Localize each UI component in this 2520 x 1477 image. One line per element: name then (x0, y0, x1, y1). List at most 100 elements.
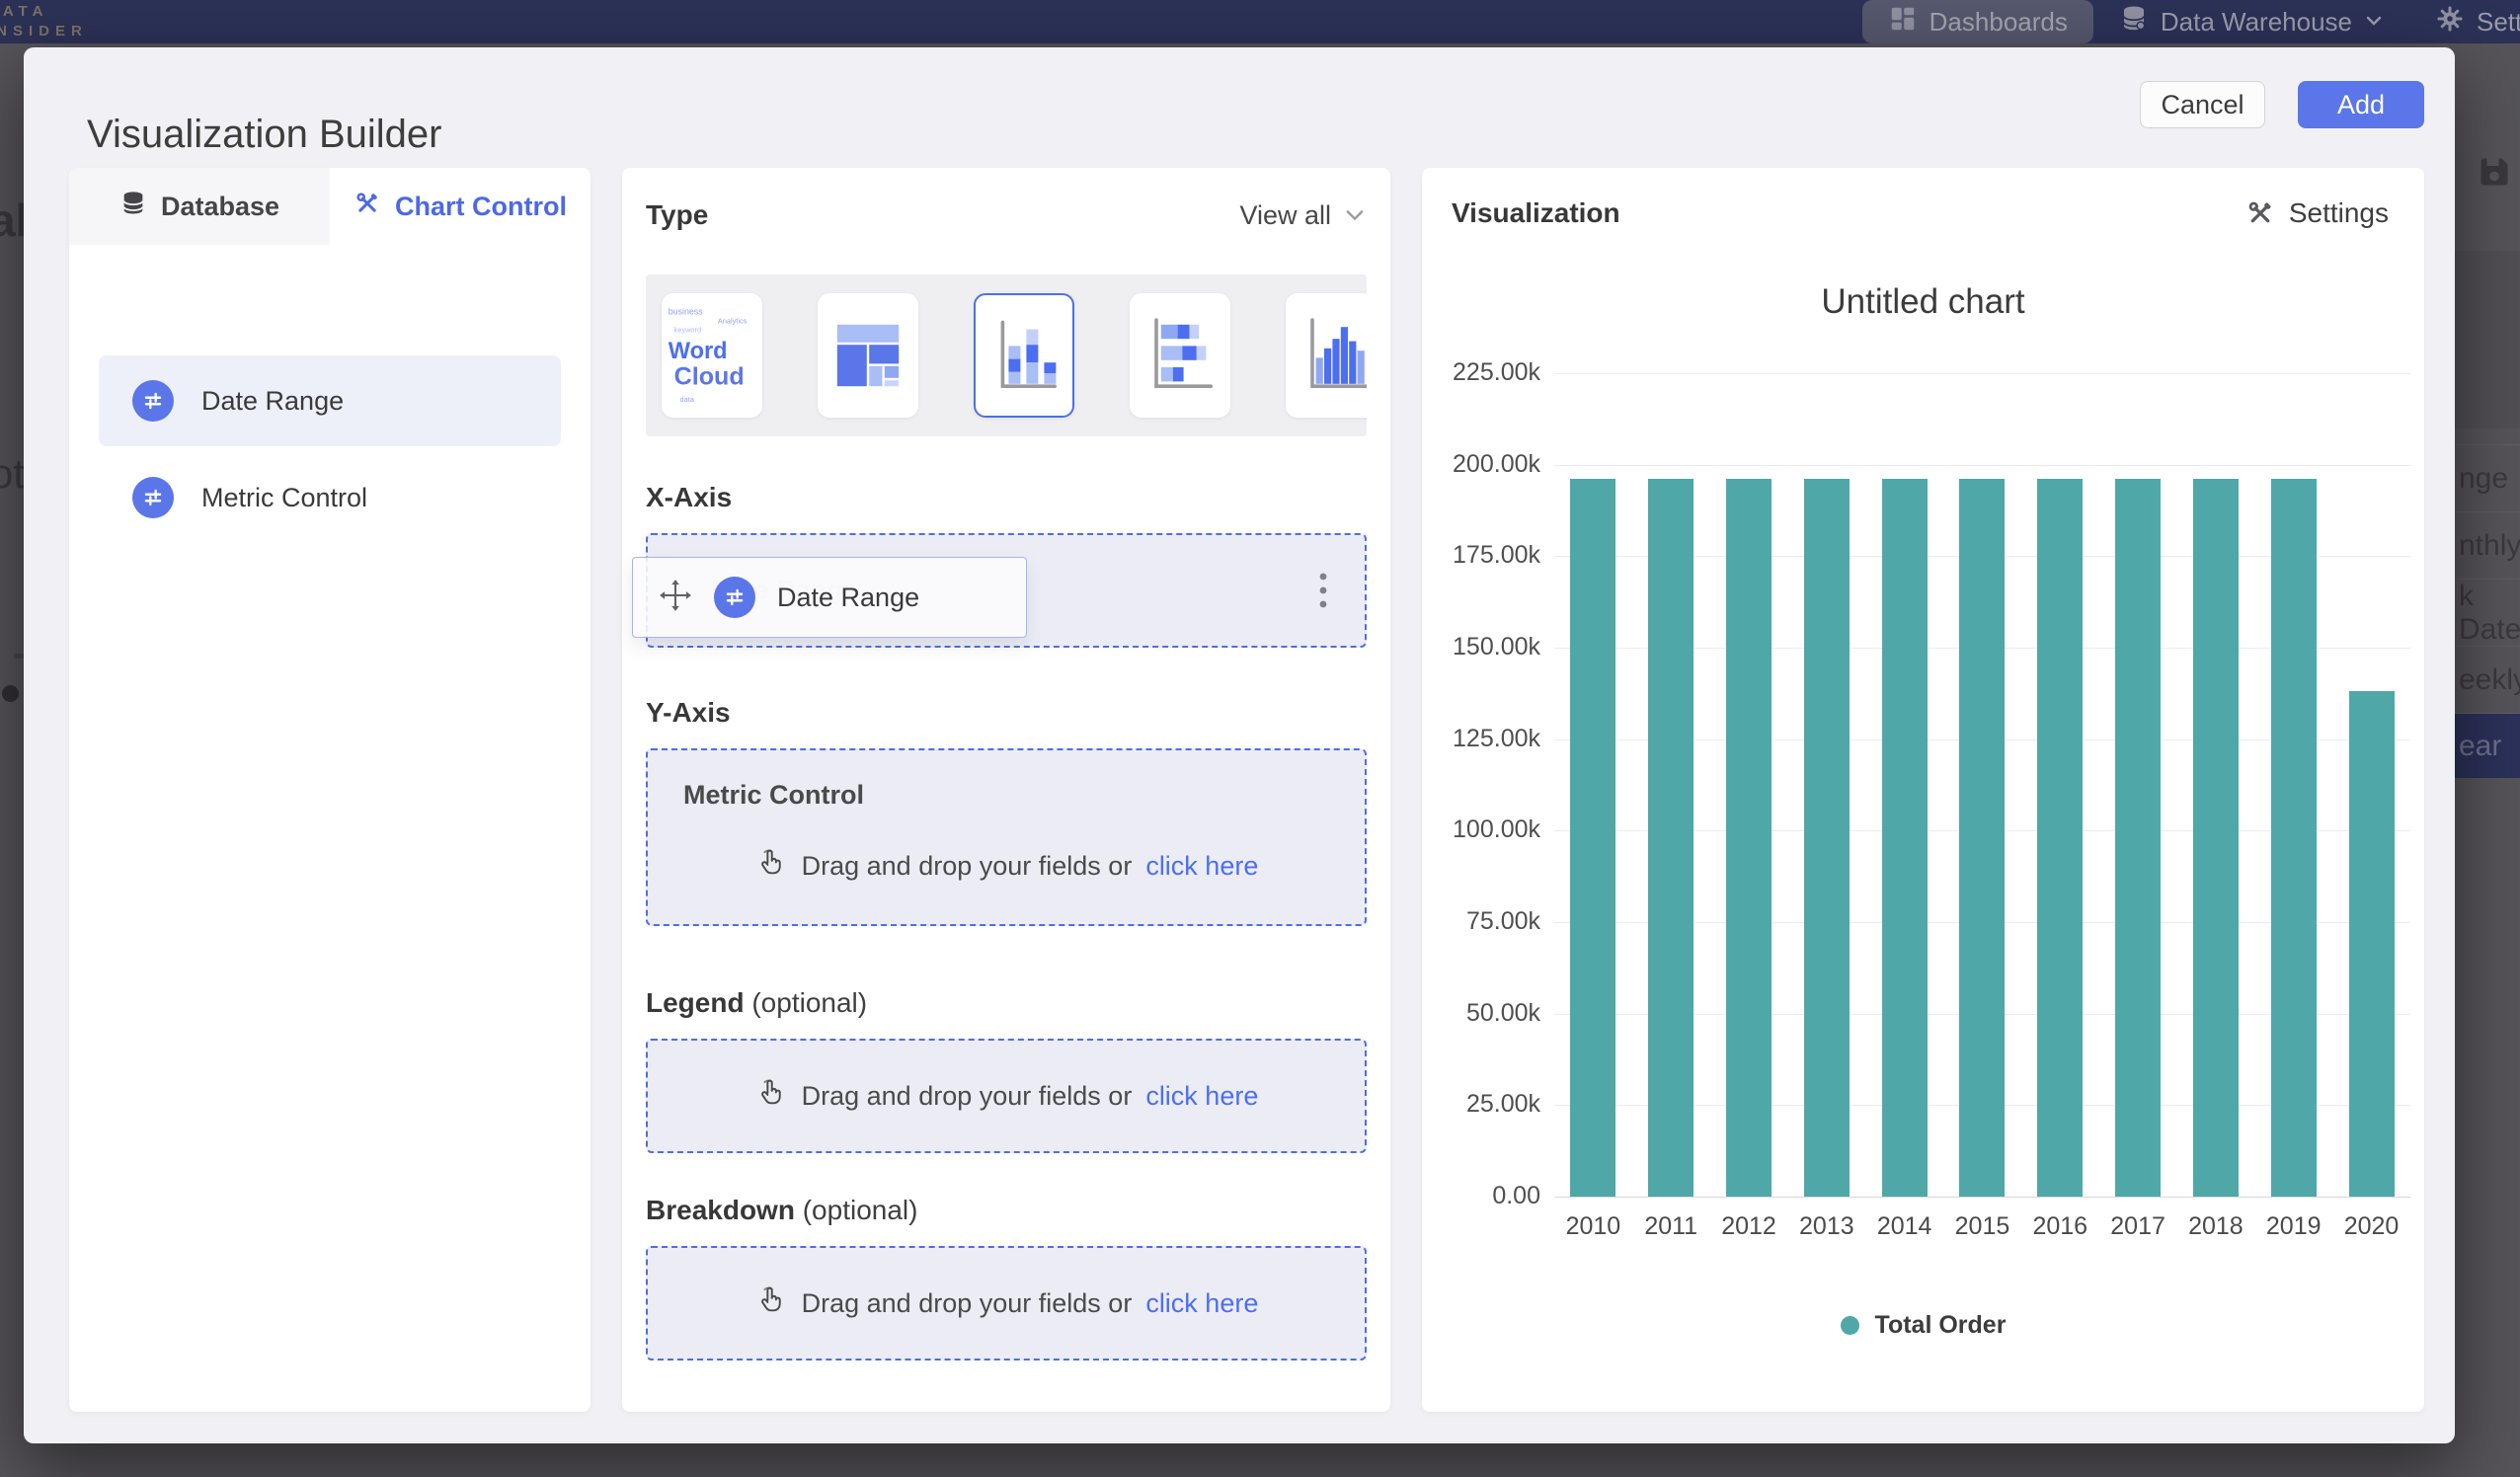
dragdrop-hint: Drag and drop your fields or click here (754, 846, 1259, 887)
tab-label: Database (161, 192, 279, 222)
legend-section-label: Legend (optional) (646, 987, 867, 1019)
click-here-link[interactable]: click here (1145, 851, 1258, 882)
stacked-bar-thumbnail-icon (1144, 310, 1216, 401)
move-icon[interactable] (659, 579, 692, 617)
add-button[interactable]: Add (2298, 81, 2424, 128)
y-axis-tick: 100.00k (1432, 816, 1540, 844)
visualization-label: Visualization (1452, 197, 1620, 229)
nav-label: Settings (2477, 7, 2520, 38)
kebab-menu-icon[interactable] (1303, 567, 1343, 614)
bar (1570, 479, 1615, 1197)
click-here-link[interactable]: click here (1145, 1081, 1258, 1112)
breakdown-section-label: Breakdown (optional) (646, 1195, 917, 1226)
legend-dot (1841, 1316, 1859, 1335)
nav-item-data-warehouse[interactable]: Data Warehouse (2093, 0, 2409, 43)
field-label: Metric Control (201, 483, 367, 513)
bg-dropdown-row-fragment: k Date (2453, 579, 2520, 646)
dropzone-title: Metric Control (648, 750, 1365, 811)
hand-click-icon (754, 1076, 788, 1117)
y-axis-tick: 0.00 (1432, 1182, 1540, 1210)
view-all-dropdown[interactable]: View all (1239, 200, 1367, 231)
bar (2271, 479, 2317, 1197)
dragdrop-hint: Drag and drop your fields or click here (754, 1076, 1259, 1117)
visualization-builder-modal: Visualization Builder Cancel Add Databas… (24, 47, 2455, 1443)
chart-plot-area (1554, 373, 2410, 1197)
click-here-link[interactable]: click here (1145, 1288, 1258, 1319)
x-axis-tick: 2010 (1554, 1212, 1632, 1241)
chip-label: Date Range (777, 583, 919, 613)
bar-chart: 225.00k200.00k175.00k150.00k125.00k100.0… (1446, 373, 2410, 1197)
dragdrop-text: Drag and drop your fields or (802, 851, 1133, 882)
bg-bullet-fragment (2, 685, 19, 702)
x-axis-tick: 2017 (2099, 1212, 2177, 1241)
nav-item-dashboards[interactable]: Dashboards (1862, 0, 2093, 43)
y-axis-tick: 150.00k (1432, 633, 1540, 661)
nav-item-settings[interactable]: Settings (2409, 0, 2520, 43)
visualization-header: Visualization Settings (1452, 197, 2389, 229)
chevron-down-icon (2364, 7, 2384, 38)
field-item-date-range[interactable]: Date Range (99, 355, 561, 446)
bg-right-sliver: ngenthlyk Dateeeklyear (2453, 43, 2520, 1477)
legend-dropzone[interactable]: Drag and drop your fields or click here (646, 1039, 1367, 1153)
control-badge-icon (132, 477, 174, 518)
visualization-panel: Visualization Settings Untitled chart 22… (1422, 168, 2424, 1412)
bg-dropdown-row-fragment: nge (2453, 444, 2520, 511)
bg-right-list: ngenthlyk Dateeeklyear (2453, 444, 2520, 778)
tab-chart-control[interactable]: Chart Control (330, 168, 591, 245)
chart-title: Untitled chart (1422, 282, 2424, 322)
legend-series-name: Total Order (1875, 1311, 2007, 1340)
hand-click-icon (754, 1283, 788, 1324)
bg-band (2453, 251, 2520, 428)
tab-database[interactable]: Database (69, 168, 330, 245)
nav-label: Dashboards (1929, 7, 2068, 38)
bar (2037, 479, 2083, 1197)
legend-label-text: Legend (646, 987, 745, 1018)
control-badge-icon (714, 577, 755, 618)
svg-text:Analytics: Analytics (718, 317, 748, 326)
bg-dropdown-row-fragment: ear (2453, 713, 2520, 778)
bar (1959, 479, 2005, 1197)
dragdrop-text: Drag and drop your fields or (802, 1288, 1133, 1319)
chart-type-column[interactable] (1286, 293, 1367, 418)
chart-type-stacked-bar[interactable] (1130, 293, 1230, 418)
x-axis-tick: 2014 (1865, 1212, 1943, 1241)
bg-dropdown-row-fragment: eekly (2453, 646, 2520, 713)
modal-title: Visualization Builder (87, 113, 441, 157)
y-axis-tick: 175.00k (1432, 541, 1540, 570)
tools-icon (354, 190, 381, 224)
x-axis-tick: 2019 (2254, 1212, 2332, 1241)
chart-settings-button[interactable]: Settings (2245, 197, 2389, 229)
x-axis-tick: 2013 (1787, 1212, 1865, 1241)
field-label: Date Range (201, 386, 344, 417)
column-thumbnail-icon (1300, 310, 1367, 401)
bar (1882, 479, 1928, 1197)
y-axis-tick: 50.00k (1432, 999, 1540, 1028)
builder-panel: Type View all business Analytics keyword… (622, 168, 1390, 1412)
chart-type-treemap[interactable] (818, 293, 918, 418)
chart-type-stacked-column[interactable] (974, 293, 1074, 418)
dragdrop-text: Drag and drop your fields or (802, 1081, 1133, 1112)
chart-type-strip: business Analytics keyword Word Cloud da… (646, 274, 1367, 436)
nav-items: Dashboards Data Warehouse Settings (1862, 0, 2520, 43)
bar (2349, 691, 2395, 1197)
y-axis-dropzone[interactable]: Metric Control Drag and drop your fields… (646, 748, 1367, 926)
legend-optional-text: (optional) (751, 987, 867, 1018)
dragged-field-chip[interactable]: Date Range (632, 557, 1027, 638)
cancel-button[interactable]: Cancel (2140, 81, 2265, 128)
field-item-metric-control[interactable]: Metric Control (99, 452, 561, 543)
chart-type-word-cloud[interactable]: business Analytics keyword Word Cloud da… (662, 293, 762, 418)
y-axis-tick: 125.00k (1432, 725, 1540, 753)
tab-label: Chart Control (395, 192, 567, 222)
bar (2193, 479, 2239, 1197)
svg-text:business: business (669, 307, 703, 317)
svg-text:Cloud: Cloud (674, 363, 745, 391)
x-axis-tick: 2015 (1943, 1212, 2021, 1241)
view-all-label: View all (1239, 200, 1331, 231)
y-axis-label: Y-Axis (646, 697, 731, 729)
x-axis-labels: 2010201120122013201420152016201720182019… (1554, 1212, 2410, 1241)
top-navbar: DATA INSIDER Dashboards Data Warehouse (0, 0, 2520, 43)
bars-container (1554, 373, 2410, 1197)
breakdown-dropzone[interactable]: Drag and drop your fields or click here (646, 1246, 1367, 1360)
svg-text:keyword: keyword (674, 325, 701, 334)
chevron-down-icon (1343, 203, 1367, 227)
